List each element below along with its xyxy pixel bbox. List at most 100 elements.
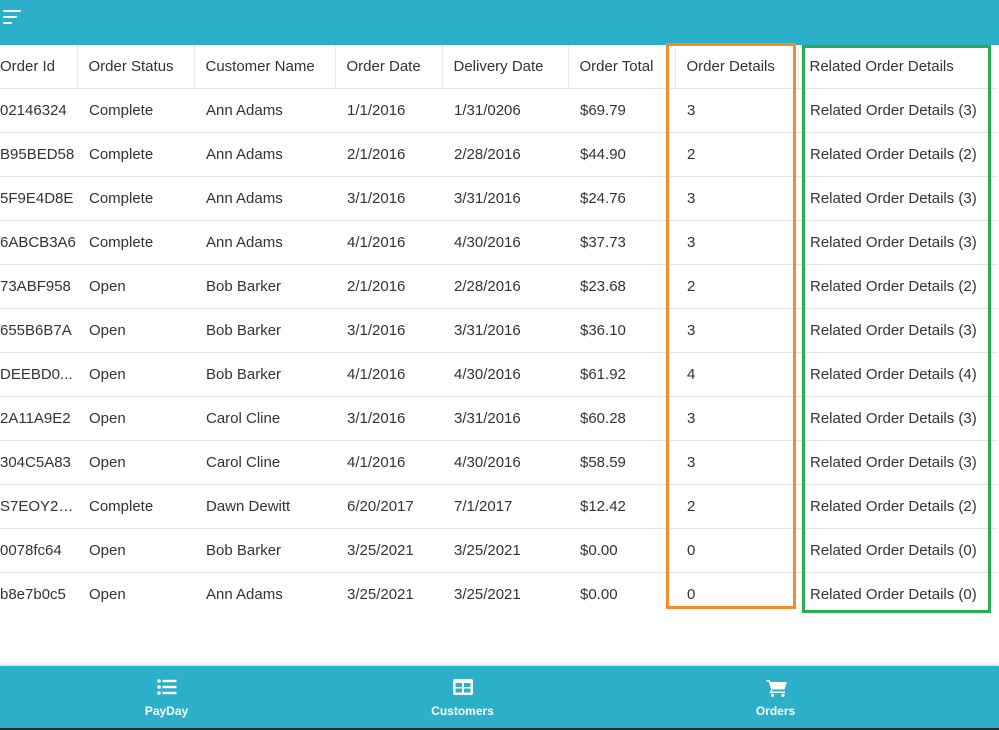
cell-delivery-date: 2/28/2016 (442, 132, 568, 177)
nav-item-payday[interactable]: PayDay (0, 666, 333, 728)
column-header-order-status[interactable]: Order Status (76, 45, 194, 89)
cell-order-id: 5F9E4D8E (0, 176, 77, 221)
cell-order-id: 73ABF958 (0, 264, 77, 309)
cell-order-status: Open (77, 440, 194, 485)
cell-order-date: 3/25/2021 (335, 572, 442, 611)
cell-order-details[interactable]: 2 (675, 264, 798, 309)
cell-customer-name: Ann Adams (194, 132, 335, 177)
cell-order-date: 4/1/2016 (335, 220, 442, 265)
table-row[interactable]: 73ABF958 Open Bob Barker 2/1/2016 2/28/2016 $… (0, 264, 997, 309)
table-row[interactable]: DEEBD0... Open Bob Barker 4/1/2016 4/30/2016… (0, 352, 997, 397)
cell-delivery-date: 3/31/2016 (442, 176, 568, 221)
cell-related-order-details[interactable]: Related Order Details (3) (798, 396, 997, 441)
cell-related-order-details[interactable]: Related Order Details (0) (798, 572, 997, 611)
cell-order-id: 655B6B7A (0, 308, 77, 353)
cell-related-order-details[interactable]: Related Order Details (2) (798, 484, 997, 529)
cell-order-details[interactable]: 0 (675, 572, 798, 611)
cell-order-details[interactable]: 3 (675, 396, 798, 441)
cell-customer-name: Bob Barker (194, 308, 335, 353)
cell-order-date: 4/1/2016 (335, 352, 442, 397)
cell-order-date: 1/1/2016 (335, 88, 442, 133)
cell-order-details[interactable]: 4 (675, 352, 798, 397)
cell-order-total: $37.73 (568, 220, 675, 265)
cell-related-order-details[interactable]: Related Order Details (2) (798, 264, 997, 309)
column-header-order-id[interactable]: Order Id (0, 45, 77, 89)
cell-related-order-details[interactable]: Related Order Details (3) (798, 440, 997, 485)
column-header-order-total[interactable]: Order Total (567, 45, 675, 89)
cell-order-id: DEEBD0... (0, 352, 77, 397)
cell-related-order-details[interactable]: Related Order Details (2) (798, 132, 997, 177)
cell-order-details[interactable]: 3 (675, 308, 798, 353)
bottom-navigation: PayDay Customers Orders (0, 666, 999, 728)
cell-order-date: 6/20/2017 (335, 484, 442, 529)
cell-order-total: $69.79 (568, 88, 675, 133)
cell-order-id: B95BED58 (0, 132, 77, 177)
table-row[interactable]: 6ABCB3A6 Complete Ann Adams 4/1/2016 4/30/20… (0, 220, 997, 265)
cell-customer-name: Carol Cline (194, 440, 335, 485)
table-row[interactable]: 5F9E4D8E Complete Ann Adams 3/1/2016 3/31/20… (0, 176, 997, 221)
table-row[interactable]: 2A11A9E2 Open Carol Cline 3/1/2016 3/31/2016… (0, 396, 997, 441)
nav-item-orders[interactable]: Orders (609, 666, 942, 728)
cell-related-order-details[interactable]: Related Order Details (3) (798, 88, 997, 133)
cell-order-details[interactable]: 2 (675, 132, 798, 177)
cell-delivery-date: 7/1/2017 (442, 484, 568, 529)
cell-related-order-details[interactable]: Related Order Details (3) (798, 220, 997, 265)
cell-related-order-details[interactable]: Related Order Details (0) (798, 528, 997, 573)
cell-order-details[interactable]: 3 (675, 220, 798, 265)
cell-order-total: $61.92 (568, 352, 675, 397)
cell-order-date: 4/1/2016 (335, 440, 442, 485)
cell-delivery-date: 1/31/0206 (442, 88, 568, 133)
table-row[interactable]: b8e7b0c5 Open Ann Adams 3/25/2021 3/25/2021 $… (0, 572, 997, 611)
cell-order-status: Open (77, 264, 194, 309)
top-app-bar (0, 0, 999, 45)
cell-delivery-date: 3/31/2016 (442, 396, 568, 441)
column-header-delivery-date[interactable]: Delivery Date (441, 45, 568, 89)
table-icon (452, 679, 473, 695)
table-row[interactable]: B95BED58 Complete Ann Adams 2/1/2016 2/28/20… (0, 132, 997, 177)
column-header-related-order-details[interactable]: Related Order Details (797, 45, 997, 89)
cell-customer-name: Carol Cline (194, 396, 335, 441)
column-header-order-details[interactable]: Order Details (674, 45, 798, 89)
cell-order-details[interactable]: 0 (675, 528, 798, 573)
column-header-customer-name[interactable]: Customer Name (193, 45, 335, 89)
cell-order-total: $36.10 (568, 308, 675, 353)
cell-order-status: Complete (77, 88, 194, 133)
cell-delivery-date: 3/31/2016 (442, 308, 568, 353)
cell-order-total: $12.42 (568, 484, 675, 529)
cell-order-total: $23.68 (568, 264, 675, 309)
cell-delivery-date: 2/28/2016 (442, 264, 568, 309)
cell-order-details[interactable]: 3 (675, 88, 798, 133)
cell-order-details[interactable]: 3 (675, 440, 798, 485)
cell-order-id: 2A11A9E2 (0, 396, 77, 441)
cell-order-details[interactable]: 2 (675, 484, 798, 529)
cell-order-id: 0078fc64 (0, 528, 77, 573)
cell-related-order-details[interactable]: Related Order Details (4) (798, 352, 997, 397)
menu-icon[interactable] (3, 7, 27, 29)
cell-delivery-date: 4/30/2016 (442, 440, 568, 485)
cell-customer-name: Ann Adams (194, 88, 335, 133)
cell-order-total: $58.59 (568, 440, 675, 485)
nav-label-payday: PayDay (144, 704, 189, 718)
cell-order-id: 6ABCB3A6 (0, 220, 77, 265)
table-row[interactable]: 0078fc64 Open Bob Barker 3/25/2021 3/25/2021… (0, 528, 997, 573)
cell-order-date: 3/25/2021 (335, 528, 442, 573)
table-row[interactable]: 304C5A83 Open Carol Cline 4/1/2016 4/30/2016… (0, 440, 997, 485)
nav-item-customers[interactable]: Customers (296, 666, 629, 728)
cell-customer-name: Ann Adams (194, 176, 335, 221)
table-row[interactable]: S7EOY2GC Complete Dawn Dewitt 6/20/2017 7/1/… (0, 484, 997, 529)
table-row[interactable]: 655B6B7A Open Bob Barker 3/1/2016 3/31/2016 $… (0, 308, 997, 353)
cell-related-order-details[interactable]: Related Order Details (3) (798, 308, 997, 353)
table-row[interactable]: 02146324 Complete Ann Adams 1/1/2016 1/31/02… (0, 88, 997, 133)
cell-customer-name: Ann Adams (194, 572, 335, 611)
list-icon (156, 679, 176, 695)
cell-delivery-date: 4/30/2016 (442, 220, 568, 265)
column-header-order-date[interactable]: Order Date (334, 45, 442, 89)
cell-order-status: Complete (77, 132, 194, 177)
cell-order-date: 3/1/2016 (335, 176, 442, 221)
cell-order-status: Complete (77, 220, 194, 265)
cell-order-date: 2/1/2016 (335, 132, 442, 177)
cell-order-total: $60.28 (568, 396, 675, 441)
cell-order-details[interactable]: 3 (675, 176, 798, 221)
cell-related-order-details[interactable]: Related Order Details (3) (798, 176, 997, 221)
cell-order-id: 304C5A83 (0, 440, 77, 485)
